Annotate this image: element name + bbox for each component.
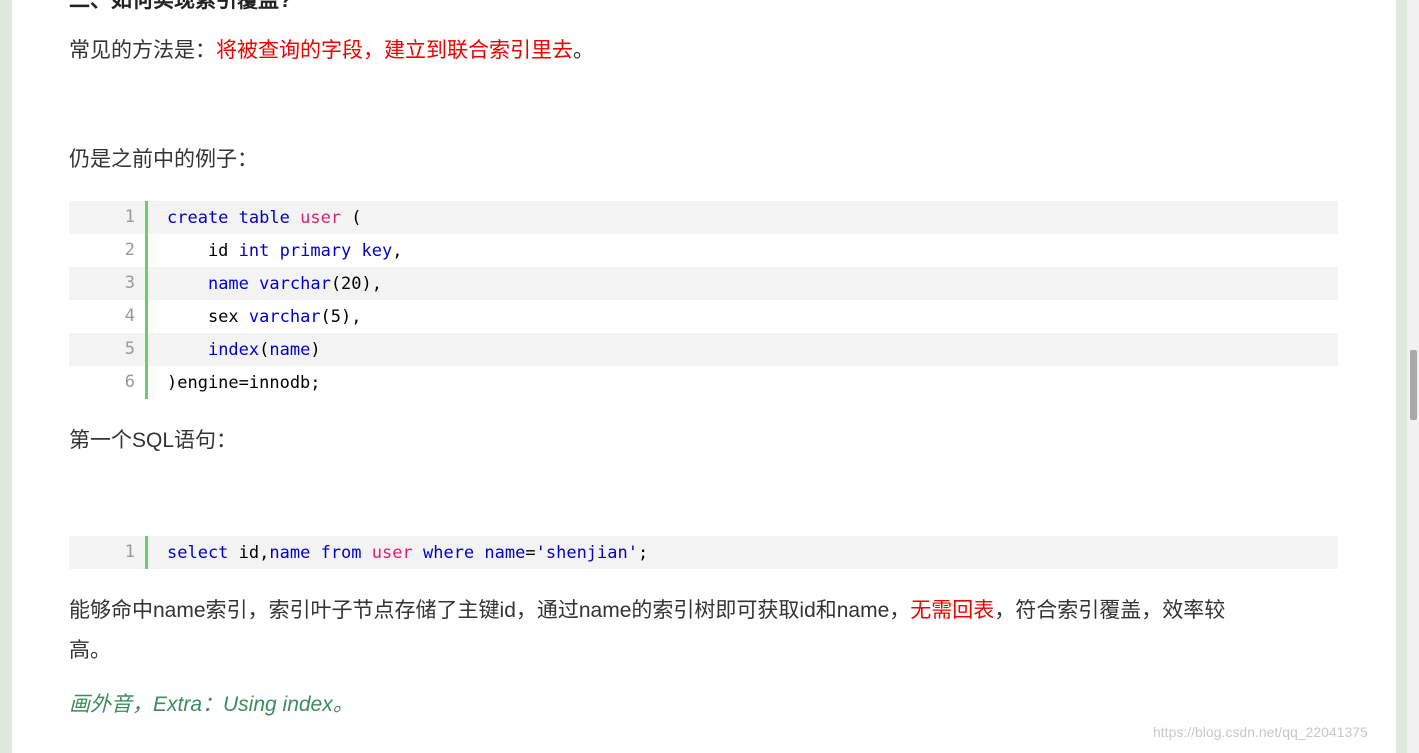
code-text: name varchar(20), bbox=[148, 274, 382, 294]
paragraph-explanation: 能够命中name索引，索引叶子节点存储了主键id，通过name的索引树即可获取i… bbox=[69, 596, 1225, 626]
paragraph-explanation-prefix: 能够命中name索引，索引叶子节点存储了主键id，通过name的索引树即可获取i… bbox=[69, 599, 911, 622]
code-line: 4 sex varchar(5), bbox=[69, 300, 1338, 333]
code-token: varchar bbox=[259, 273, 331, 294]
code-token: ) bbox=[310, 339, 321, 360]
code-line: 5 index(name) bbox=[69, 333, 1338, 366]
line-number: 1 bbox=[124, 542, 135, 562]
code-token: varchar bbox=[248, 306, 321, 327]
code-token: id, bbox=[228, 542, 270, 563]
code-token: , bbox=[392, 240, 403, 261]
paragraph-method-highlight: 将被查询的字段，建立到联合索引里去 bbox=[216, 39, 573, 62]
paragraph-explanation-suffix: ，符合索引覆盖，效率较 bbox=[994, 599, 1226, 622]
paragraph-method-prefix: 常见的方法是： bbox=[69, 39, 216, 62]
code-token: int bbox=[238, 240, 270, 261]
code-token: (20), bbox=[330, 273, 382, 294]
code-text: sex varchar(5), bbox=[148, 307, 362, 327]
paragraph-first-sql: 第一个SQL语句： bbox=[69, 429, 238, 452]
code-line: 2 id int primary key, bbox=[69, 234, 1338, 267]
paragraph-method: 常见的方法是：将被查询的字段，建立到联合索引里去。 bbox=[69, 36, 594, 66]
code-text: )engine=innodb; bbox=[148, 373, 321, 393]
paragraph-method-suffix: 。 bbox=[573, 39, 594, 62]
paragraph-example: 仍是之前中的例子： bbox=[69, 148, 258, 171]
code-token: sex bbox=[167, 306, 249, 327]
code-token: index bbox=[207, 339, 260, 360]
code-token: create bbox=[167, 207, 229, 228]
line-number: 5 bbox=[124, 339, 135, 359]
code-text: select id,name from user where name='she… bbox=[148, 543, 648, 563]
code-block-create-table: 1 create table user (2 id int primary key… bbox=[69, 201, 1338, 399]
code-token: ( bbox=[341, 207, 362, 228]
code-text: index(name) bbox=[148, 340, 321, 360]
paragraph-explanation-highlight: 无需回表 bbox=[910, 599, 995, 622]
code-text: create table user ( bbox=[148, 208, 362, 228]
code-token: name bbox=[269, 339, 311, 360]
code-line: 1 select id,name from user where name='sh… bbox=[69, 536, 1338, 569]
code-line: 3 name varchar(20), bbox=[69, 267, 1338, 300]
code-token: ; bbox=[637, 542, 649, 563]
section-heading: 二、如何实现索引覆盖? bbox=[69, 0, 292, 12]
code-token: name bbox=[484, 542, 526, 563]
code-token: name bbox=[207, 273, 249, 294]
paragraph-aside: 画外音，Extra：Using index。 bbox=[69, 693, 354, 716]
code-token: user bbox=[300, 207, 342, 228]
line-number: 3 bbox=[124, 273, 135, 293]
code-token: = bbox=[525, 542, 536, 563]
code-token: 'shenjian' bbox=[535, 542, 638, 563]
scrollbar[interactable] bbox=[1407, 0, 1419, 753]
code-token: name bbox=[269, 542, 311, 563]
code-token: key bbox=[361, 240, 393, 261]
code-token: )engine=innodb; bbox=[167, 372, 321, 393]
paragraph-explanation-line2: 高。 bbox=[69, 639, 111, 662]
code-token: ( bbox=[259, 339, 270, 360]
code-token: from bbox=[320, 542, 362, 563]
line-number: 1 bbox=[124, 207, 135, 227]
line-number: 4 bbox=[124, 306, 135, 326]
code-token: select bbox=[167, 542, 229, 563]
article-content: 二、如何实现索引覆盖? 常见的方法是：将被查询的字段，建立到联合索引里去。 仍是… bbox=[12, 0, 1396, 753]
line-number: 6 bbox=[124, 372, 135, 392]
watermark: https://blog.csdn.net/qq_22041375 bbox=[1153, 724, 1368, 740]
code-line: 6 )engine=innodb; bbox=[69, 366, 1338, 399]
code-token: user bbox=[371, 542, 413, 563]
code-block-select: 1 select id,name from user where name='sh… bbox=[69, 536, 1338, 569]
scrollbar-thumb[interactable] bbox=[1410, 350, 1417, 420]
code-token: table bbox=[238, 207, 290, 228]
code-token: (5), bbox=[320, 306, 362, 327]
code-line: 1 create table user ( bbox=[69, 201, 1338, 234]
code-token: where bbox=[422, 542, 475, 563]
line-number: 2 bbox=[124, 240, 135, 260]
code-text: id int primary key, bbox=[148, 241, 403, 261]
code-token: id bbox=[167, 240, 239, 261]
code-token: primary bbox=[279, 240, 352, 261]
